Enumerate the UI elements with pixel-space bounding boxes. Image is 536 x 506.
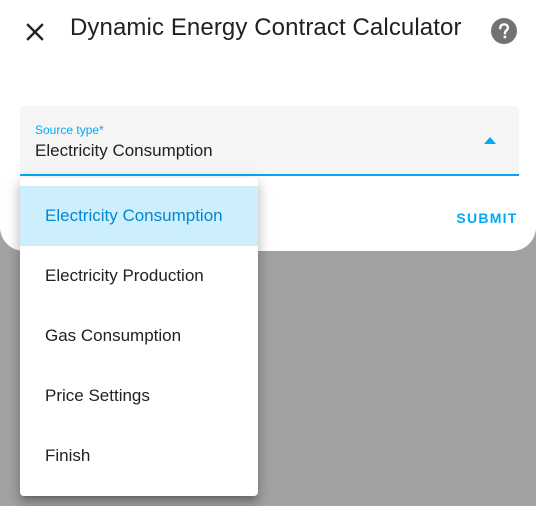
dialog-title: Dynamic Energy Contract Calculator [70, 14, 462, 41]
source-type-label: Source type* [35, 123, 104, 137]
source-type-value: Electricity Consumption [35, 141, 213, 160]
help-button[interactable] [484, 11, 524, 51]
menu-item-price-settings[interactable]: Price Settings [20, 366, 258, 426]
dialog-header: Dynamic Energy Contract Calculator [0, 0, 536, 62]
help-circle-icon [491, 18, 517, 44]
menu-item-electricity-consumption[interactable]: Electricity Consumption [20, 186, 258, 246]
close-icon [26, 23, 44, 41]
close-button[interactable] [15, 12, 55, 52]
menu-item-gas-consumption[interactable]: Gas Consumption [20, 306, 258, 366]
submit-button[interactable]: SUBMIT [446, 200, 528, 236]
menu-item-finish[interactable]: Finish [20, 426, 258, 486]
menu-up-icon [484, 137, 496, 144]
menu-item-electricity-production[interactable]: Electricity Production [20, 246, 258, 306]
source-type-menu: Electricity Consumption Electricity Prod… [20, 178, 258, 496]
source-type-select[interactable]: Source type* Electricity Consumption [20, 106, 519, 176]
